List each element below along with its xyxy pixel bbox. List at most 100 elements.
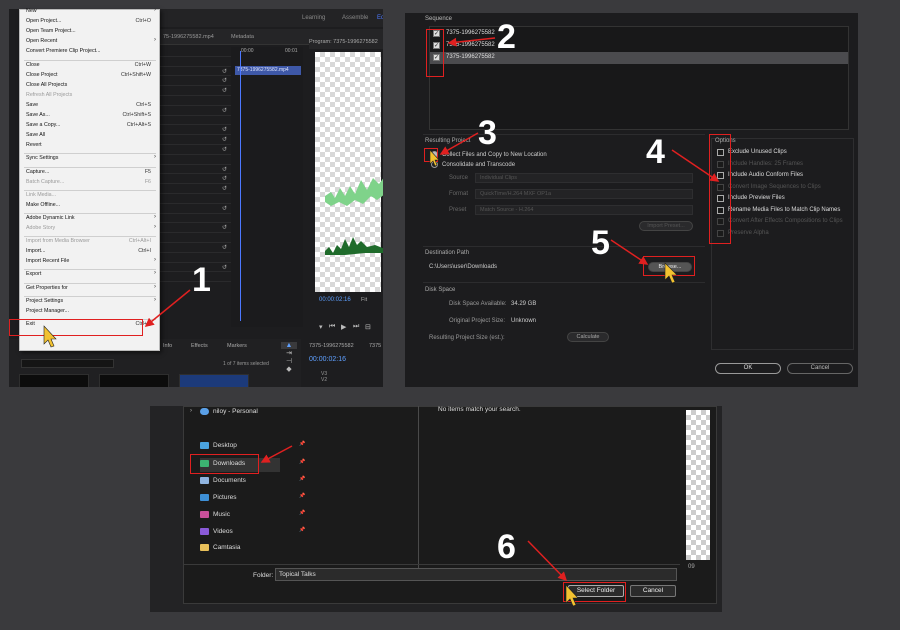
option-checkbox-row[interactable]: Convert After Effects Compositions to Cl… xyxy=(717,217,852,226)
menu-item[interactable]: Open Recent › xyxy=(26,37,156,46)
pin-icon[interactable]: 📌 xyxy=(299,441,305,447)
marker-icon[interactable]: ▾ xyxy=(319,323,323,331)
menu-item[interactable]: Save Ctrl+S xyxy=(26,102,156,110)
list-item[interactable] xyxy=(159,47,231,57)
menu-item[interactable]: Close Ctrl+W xyxy=(26,62,156,70)
nav-item-camtasia[interactable]: Camtasia xyxy=(200,542,280,556)
relink-icon[interactable]: ↺ xyxy=(222,68,227,75)
menu-item[interactable]: Save a Copy... Ctrl+Alt+S xyxy=(26,122,156,130)
ok-button[interactable]: OK xyxy=(715,363,781,374)
cancel-button[interactable]: Cancel xyxy=(787,363,853,374)
timeline-clip[interactable]: 7375-1996275582.mp4 xyxy=(235,66,301,75)
razor-icon[interactable]: ◆ xyxy=(281,365,297,373)
pin-icon[interactable]: 📌 xyxy=(299,459,305,465)
playhead[interactable] xyxy=(240,51,241,321)
option-checkbox-row[interactable]: Include Handles: 25 Frames xyxy=(717,160,852,169)
cancel-button[interactable]: Cancel xyxy=(630,585,676,597)
nav-item-onedrive[interactable]: › niloy - Personal xyxy=(190,406,280,420)
menu-item[interactable]: Import... Ctrl+I xyxy=(26,248,156,256)
menu-item[interactable]: Import Recent File › xyxy=(26,257,156,266)
nav-item-music[interactable]: Music 📌 xyxy=(200,509,305,523)
list-item[interactable] xyxy=(159,116,231,126)
menu-item[interactable]: Adobe Story › xyxy=(26,224,156,233)
lift-icon[interactable]: ⊟ xyxy=(365,323,371,331)
menu-item[interactable]: Save All xyxy=(26,132,156,140)
step-forward-icon[interactable]: ⏭ xyxy=(353,323,359,331)
option-checkbox-row[interactable]: Rename Media Files to Match Clip Names xyxy=(717,206,852,215)
list-item[interactable]: ↺ xyxy=(159,145,231,155)
option-checkbox-row[interactable]: Include Audio Conform Files xyxy=(717,171,852,180)
menu-item[interactable]: Import from Media Browser Ctrl+Alt+I xyxy=(26,238,156,246)
sequence-tab[interactable]: 7375 xyxy=(369,343,381,349)
collect-files-label[interactable]: Collect Files and Copy to New Location xyxy=(442,152,547,158)
workspace-tab[interactable]: Ed xyxy=(377,15,383,21)
track-select-icon[interactable]: ⇥ xyxy=(281,349,297,357)
menu-item[interactable]: Link Media... xyxy=(26,192,156,200)
relink-icon[interactable]: ↺ xyxy=(222,107,227,114)
panel-tab[interactable]: 75-1996275582.mp4 xyxy=(163,34,214,40)
menu-item[interactable]: New › xyxy=(26,7,156,16)
menu-item[interactable]: Project Manager... xyxy=(26,308,156,316)
relink-icon[interactable]: ↺ xyxy=(222,146,227,153)
menu-item[interactable]: Revert xyxy=(26,142,156,150)
consolidate-radio[interactable] xyxy=(431,161,438,168)
relink-icon[interactable]: ↺ xyxy=(222,166,227,173)
relink-icon[interactable]: ↺ xyxy=(222,264,227,271)
list-item[interactable] xyxy=(159,57,231,67)
folder-input[interactable]: Topical Talks xyxy=(275,568,677,581)
format-dropdown[interactable]: QuickTime/H.264 MXF OP1a xyxy=(475,189,693,199)
preset-dropdown[interactable]: Match Source - H.264 xyxy=(475,205,693,215)
menu-item[interactable]: Close All Projects xyxy=(26,82,156,90)
list-item[interactable]: ↺ xyxy=(159,243,231,253)
menu-item[interactable]: Make Offline... xyxy=(26,202,156,210)
project-search-input[interactable] xyxy=(21,359,114,368)
nav-item-pictures[interactable]: Pictures 📌 xyxy=(200,492,305,506)
panel-tab[interactable]: Markers xyxy=(227,343,247,349)
relink-icon[interactable]: ↺ xyxy=(222,175,227,182)
pin-icon[interactable]: 📌 xyxy=(299,527,305,533)
menu-item[interactable]: Export › xyxy=(26,270,156,279)
media-thumbnail[interactable] xyxy=(99,374,169,387)
menu-item[interactable]: Adobe Dynamic Link › xyxy=(26,214,156,223)
list-item[interactable]: ↺ xyxy=(159,125,231,136)
relink-icon[interactable]: ↺ xyxy=(222,244,227,251)
list-item[interactable]: ↺ xyxy=(159,165,231,175)
panel-tab[interactable]: Info xyxy=(163,343,172,349)
menu-item[interactable]: Open Team Project... xyxy=(26,28,156,36)
nav-item-desktop[interactable]: Desktop 📌 xyxy=(200,440,305,454)
list-item[interactable] xyxy=(159,155,231,165)
list-item[interactable] xyxy=(159,96,231,106)
menu-item[interactable]: Save As... Ctrl+Shift+S xyxy=(26,112,156,120)
list-item[interactable] xyxy=(159,214,231,224)
source-dropdown[interactable]: Individual Clips xyxy=(475,173,693,183)
menu-item[interactable]: Capture... F5 xyxy=(26,169,156,177)
relink-icon[interactable]: ↺ xyxy=(222,126,227,133)
sequence-tab[interactable]: 7375-1996275582 xyxy=(309,343,354,349)
workspace-tab[interactable]: Learning xyxy=(302,15,325,21)
relink-icon[interactable]: ↺ xyxy=(222,185,227,192)
pin-icon[interactable]: 📌 xyxy=(299,510,305,516)
option-checkbox-row[interactable]: Exclude Unused Clips xyxy=(717,148,852,157)
nav-item-videos[interactable]: Videos 📌 xyxy=(200,526,305,540)
list-item[interactable] xyxy=(159,194,231,204)
list-item[interactable]: ↺ xyxy=(159,223,231,234)
ripple-edit-icon[interactable]: ⊣ xyxy=(281,357,297,365)
panel-tab[interactable]: Metadata xyxy=(231,34,254,40)
workspace-tab[interactable]: Assemble xyxy=(342,15,368,21)
menu-item[interactable]: Project Settings › xyxy=(26,297,156,306)
menu-item[interactable]: Convert Premiere Clip Project... xyxy=(26,48,156,56)
option-checkbox-row[interactable]: Include Preview Files xyxy=(717,194,852,203)
nav-item-documents[interactable]: Documents 📌 xyxy=(200,475,305,489)
list-item[interactable]: ↺ xyxy=(159,135,231,145)
sequence-row[interactable]: ✓ 7375-1996275582 xyxy=(430,40,848,52)
step-back-icon[interactable]: ⏮ xyxy=(329,323,335,331)
relink-icon[interactable]: ↺ xyxy=(222,77,227,84)
relink-icon[interactable]: ↺ xyxy=(222,224,227,231)
chevron-right-icon[interactable]: › xyxy=(190,408,192,414)
menu-item[interactable]: Refresh All Projects xyxy=(26,92,156,100)
relink-icon[interactable]: ↺ xyxy=(222,205,227,212)
fit-dropdown[interactable]: Fit xyxy=(361,297,367,303)
menu-item[interactable]: Sync Settings › xyxy=(26,154,156,163)
list-item[interactable]: ↺ xyxy=(159,106,231,116)
menu-item[interactable]: Open Project... Ctrl+O xyxy=(26,18,156,26)
